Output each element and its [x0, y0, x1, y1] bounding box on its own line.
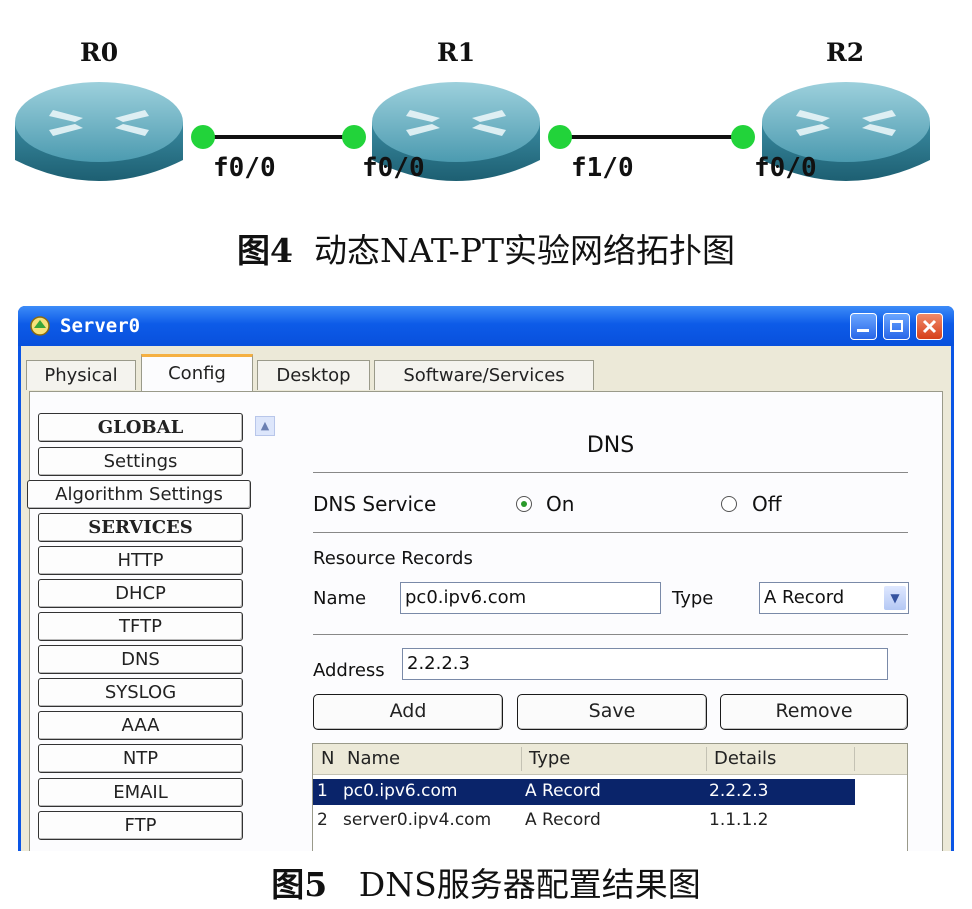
column-divider[interactable] [521, 747, 522, 771]
sidebar-item-aaa[interactable]: AAA [38, 711, 243, 740]
table-row[interactable]: 2 server0.ipv4.com A Record 1.1.1.2 [313, 808, 855, 834]
divider [313, 532, 908, 533]
window-title: Server0 [60, 315, 141, 337]
sidebar-item-email[interactable]: EMAIL [38, 778, 243, 807]
router-label: R2 [826, 38, 865, 67]
server-app-icon [30, 316, 50, 336]
tab-software-services[interactable]: Software/Services [374, 360, 594, 390]
interface-label: f1/0 [571, 153, 634, 183]
link-up-dot [731, 125, 755, 149]
caption-text: DNS服务器配置结果图 [358, 865, 701, 904]
remove-button[interactable]: Remove [720, 694, 908, 730]
sidebar-item-dns[interactable]: DNS [38, 645, 243, 674]
sidebar-item-http[interactable]: HTTP [38, 546, 243, 575]
column-divider[interactable] [706, 747, 707, 771]
type-select-value: A Record [764, 587, 845, 608]
add-button[interactable]: Add [313, 694, 503, 730]
caption-text: 动态NAT-PT实验网络拓扑图 [313, 231, 735, 270]
router-r0[interactable] [13, 80, 185, 190]
row-type: A Record [525, 810, 601, 830]
sidebar-item-ftp[interactable]: FTP [38, 811, 243, 840]
sidebar-item-dhcp[interactable]: DHCP [38, 579, 243, 608]
resource-records-label: Resource Records [313, 548, 473, 569]
chevron-up-icon: ▲ [260, 419, 270, 432]
router-icon [15, 82, 183, 181]
maximize-icon [890, 320, 903, 332]
dns-on-radio[interactable] [516, 496, 532, 512]
column-header-details[interactable]: Details [714, 748, 776, 769]
column-header-type[interactable]: Type [529, 748, 570, 769]
close-icon [922, 319, 937, 334]
tab-config[interactable]: Config [141, 354, 253, 392]
tab-physical[interactable]: Physical [26, 360, 136, 390]
row-details: 2.2.2.3 [709, 781, 769, 801]
radio-selected-dot [521, 501, 527, 507]
type-label: Type [672, 588, 714, 609]
row-number: 1 [317, 781, 328, 801]
sidebar-item-syslog[interactable]: SYSLOG [38, 678, 243, 707]
link-up-dot [191, 125, 215, 149]
tab-desktop[interactable]: Desktop [257, 360, 370, 390]
interface-label: f0/0 [754, 153, 817, 183]
title-bar[interactable]: Server0 [18, 306, 954, 346]
column-header-n[interactable]: N [321, 748, 334, 769]
minimize-button[interactable] [850, 313, 877, 340]
interface-label: f0/0 [362, 153, 425, 183]
link-up-dot [548, 125, 572, 149]
link-r1-r2 [560, 135, 745, 139]
router-label: R0 [80, 38, 119, 67]
dns-service-label: DNS Service [313, 492, 437, 516]
divider [313, 472, 908, 473]
sidebar-item-tftp[interactable]: TFTP [38, 612, 243, 641]
address-input[interactable]: 2.2.2.3 [402, 648, 888, 680]
dns-on-label: On [546, 492, 575, 516]
type-select[interactable]: A Record ▼ [759, 582, 909, 614]
name-label: Name [313, 588, 367, 609]
sidebar-item-ntp[interactable]: NTP [38, 744, 243, 773]
maximize-button[interactable] [883, 313, 910, 340]
caption-number: 图5 [271, 865, 328, 904]
caption-number: 图4 [237, 231, 293, 270]
dns-off-label: Off [752, 492, 782, 516]
dns-section-title: DNS [586, 433, 635, 458]
router-label: R1 [437, 38, 476, 67]
link-up-dot [342, 125, 366, 149]
row-name: pc0.ipv6.com [343, 781, 458, 801]
address-label: Address [313, 660, 385, 681]
sidebar-item-global[interactable]: GLOBAL [38, 413, 243, 442]
sidebar-item-services[interactable]: SERVICES [38, 513, 243, 542]
scroll-up-button[interactable]: ▲ [255, 416, 275, 436]
column-header-name[interactable]: Name [347, 748, 400, 769]
figure5-caption: 图5 DNS服务器配置结果图 [0, 858, 972, 906]
minimize-icon [857, 329, 869, 332]
link-r0-r1 [200, 135, 355, 139]
row-type: A Record [525, 781, 601, 801]
figure4-caption: 图4 动态NAT-PT实验网络拓扑图 [0, 224, 972, 272]
row-details: 1.1.1.2 [709, 810, 769, 830]
sidebar-item-settings[interactable]: Settings [38, 447, 243, 476]
row-number: 2 [317, 810, 328, 830]
save-button[interactable]: Save [517, 694, 707, 730]
dns-off-radio[interactable] [721, 496, 737, 512]
row-name: server0.ipv4.com [343, 810, 492, 830]
chevron-down-icon: ▼ [884, 586, 906, 610]
column-divider[interactable] [854, 747, 855, 771]
table-header: N Name Type Details [313, 744, 907, 775]
name-input[interactable]: pc0.ipv6.com [400, 582, 661, 614]
dns-records-table: N Name Type Details 1 pc0.ipv6.com A Rec… [312, 743, 908, 855]
divider [313, 634, 908, 635]
tab-strip: Physical Config Desktop Software/Service… [21, 354, 951, 392]
interface-label: f0/0 [213, 153, 276, 183]
table-row[interactable]: 1 pc0.ipv6.com A Record 2.2.2.3 [313, 779, 855, 805]
close-button[interactable] [916, 313, 943, 340]
sidebar-item-algorithm-settings[interactable]: Algorithm Settings [27, 480, 251, 509]
